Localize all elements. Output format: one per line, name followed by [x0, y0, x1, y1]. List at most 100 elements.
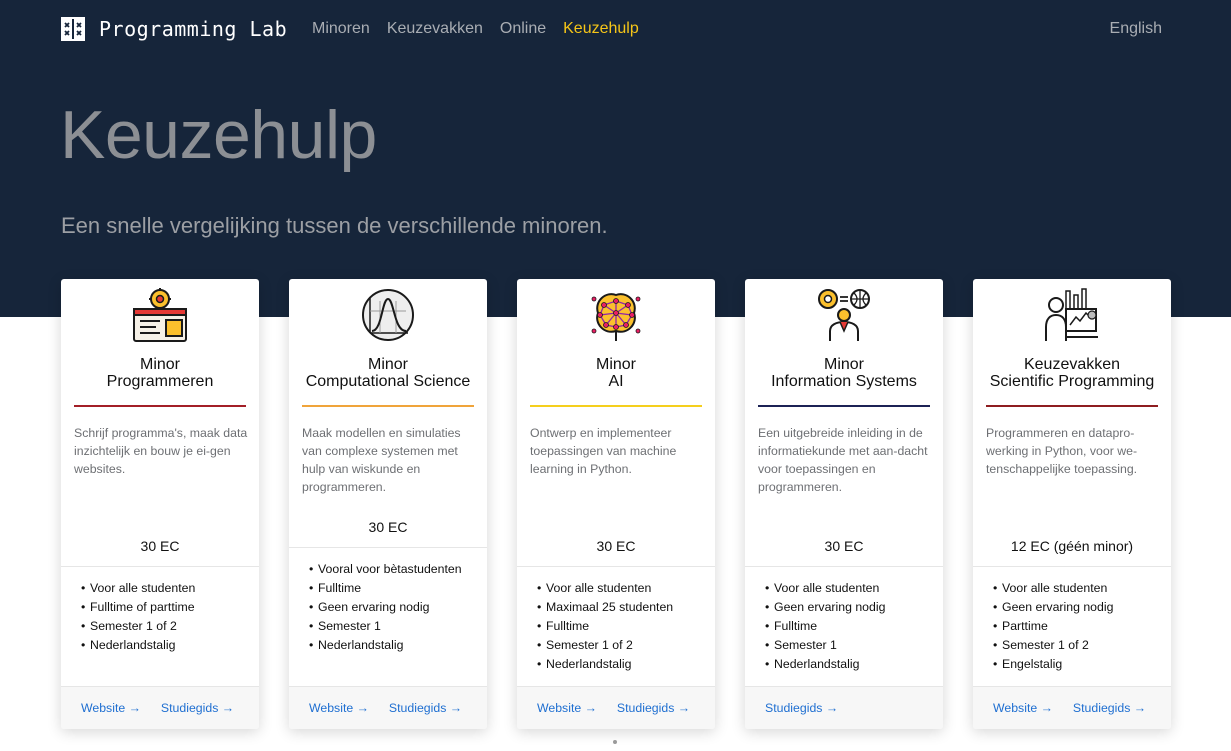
- page-title: Keuzehulp: [60, 97, 377, 173]
- navbar: Programming Lab Minoren Keuzevakken Onli…: [61, 14, 1171, 44]
- card-scientific-programming: Keuzevakken Scientific Programming Progr…: [973, 279, 1171, 729]
- studiegids-link[interactable]: Studiegids →: [1073, 701, 1146, 715]
- list-item: Voor alle studenten: [81, 579, 249, 598]
- studiegids-link[interactable]: Studiegids →: [161, 701, 234, 715]
- card-description: Ontwerp en implementeer toepassingen van…: [530, 426, 677, 476]
- card-title-line2: Scientific Programming: [989, 373, 1155, 390]
- list-item: Geen ervaring nodig: [309, 598, 477, 617]
- card-header: Minor Information Systems Een uitgebreid…: [745, 279, 943, 567]
- website-link[interactable]: Website →: [309, 701, 369, 715]
- nav-links: Minoren Keuzevakken Online Keuzehulp: [312, 14, 656, 44]
- card-title-line1: Minor: [823, 356, 864, 373]
- studiegids-link[interactable]: Studiegids →: [765, 701, 838, 715]
- page-subtitle: Een snelle vergelijking tussen de versch…: [61, 213, 608, 238]
- nav-link-minoren[interactable]: Minoren: [312, 20, 370, 38]
- list-item: Fulltime of parttime: [81, 598, 249, 617]
- studiegids-link[interactable]: Studiegids →: [617, 701, 690, 715]
- scroll-indicator: [613, 740, 617, 744]
- card-footer: Website → Studiegids →: [517, 686, 715, 729]
- list-item: Engelstalig: [993, 655, 1161, 674]
- brand-name: Programming Lab: [99, 17, 288, 41]
- card-header: Minor Computational Science Maak modelle…: [289, 279, 487, 548]
- card-title: Minor AI: [517, 356, 715, 390]
- card-title: Minor Programmeren: [61, 356, 259, 390]
- list-item: Voor alle studenten: [537, 579, 705, 598]
- card-ec: 12 EC (géén minor): [1010, 538, 1134, 554]
- card-title-line1: Minor: [139, 356, 180, 373]
- card-footer: Website → Studiegids →: [289, 686, 487, 729]
- card-accent-rule: [986, 405, 1158, 407]
- card-accent-rule: [530, 405, 702, 407]
- list-item: Fulltime: [765, 617, 933, 636]
- card-description: Schrijf programma's, maak data inzichtel…: [74, 426, 248, 476]
- language-switch[interactable]: English: [1110, 14, 1162, 44]
- card-header: Minor AI Ontwerp en implementeer toepass…: [517, 279, 715, 567]
- card-accent-rule: [74, 405, 246, 407]
- list-item: Vooral voor bètastudenten: [309, 560, 477, 579]
- card-title-line1: Keuzevakken: [1023, 356, 1121, 373]
- card-footer: Website → Studiegids →: [61, 686, 259, 729]
- list-item: Nederlandstalig: [765, 655, 933, 674]
- list-item: Voor alle studenten: [993, 579, 1161, 598]
- nav-link-keuzehulp[interactable]: Keuzehulp: [563, 20, 639, 38]
- list-item: Semester 1: [309, 617, 477, 636]
- scientist-dashboard-icon: [1045, 288, 1098, 341]
- website-link[interactable]: Website →: [993, 701, 1053, 715]
- bell-curve-chart-icon: [362, 289, 414, 341]
- card-feature-list: Voor alle studenten Fulltime of parttime…: [61, 567, 259, 655]
- card-title-line2: Programmeren: [106, 373, 214, 390]
- card-computational-science: Minor Computational Science Maak modelle…: [289, 279, 487, 729]
- website-link[interactable]: Website →: [537, 701, 597, 715]
- website-link[interactable]: Website →: [81, 701, 141, 715]
- list-item: Nederlandstalig: [309, 636, 477, 655]
- card-ai: Minor AI Ontwerp en implementeer toepass…: [517, 279, 715, 729]
- card-description: Een uitgebreide inleiding in de informat…: [758, 426, 928, 494]
- card-title-line1: Minor: [367, 356, 408, 373]
- card-title-line2: Information Systems: [771, 373, 917, 390]
- list-item: Fulltime: [537, 617, 705, 636]
- brand-link[interactable]: Programming Lab: [61, 14, 287, 44]
- card-ec: 30 EC: [140, 538, 180, 554]
- card-description: Maak modellen en simulaties van complexe…: [302, 426, 461, 494]
- list-item: Semester 1 of 2: [81, 617, 249, 636]
- card-feature-list: Voor alle studenten Geen ervaring nodig …: [973, 567, 1171, 674]
- card-information-systems: Minor Information Systems Een uitgebreid…: [745, 279, 943, 729]
- list-item: Semester 1: [765, 636, 933, 655]
- card-header: Keuzevakken Scientific Programming Progr…: [973, 279, 1171, 567]
- card-feature-list: Voor alle studenten Maximaal 25 studente…: [517, 567, 715, 674]
- studiegids-link[interactable]: Studiegids →: [389, 701, 462, 715]
- card-grid: Minor Programmeren Schrijf programma's, …: [61, 279, 1171, 729]
- list-item: Semester 1 of 2: [537, 636, 705, 655]
- list-item: Voor alle studenten: [765, 579, 933, 598]
- list-item: Parttime: [993, 617, 1161, 636]
- card-ec: 30 EC: [824, 538, 864, 554]
- card-ec: 30 EC: [596, 538, 636, 554]
- card-title: Minor Computational Science: [289, 356, 487, 390]
- list-item: Fulltime: [309, 579, 477, 598]
- information-systems-person-icon: [818, 289, 870, 341]
- nav-link-online[interactable]: Online: [500, 20, 546, 38]
- list-item: Geen ervaring nodig: [993, 598, 1161, 617]
- nav-link-keuzevakken[interactable]: Keuzevakken: [387, 20, 483, 38]
- list-item: Maximaal 25 studenten: [537, 598, 705, 617]
- card-feature-list: Voor alle studenten Geen ervaring nodig …: [745, 567, 943, 674]
- list-item: Semester 1 of 2: [993, 636, 1161, 655]
- card-title-line1: Minor: [595, 356, 636, 373]
- card-title-line2: Computational Science: [305, 373, 471, 390]
- list-item: Nederlandstalig: [537, 655, 705, 674]
- list-item: Nederlandstalig: [81, 636, 249, 655]
- card-footer: Studiegids →: [745, 686, 943, 729]
- hero: Programming Lab Minoren Keuzevakken Onli…: [0, 0, 1231, 317]
- card-ec: 30 EC: [368, 519, 408, 535]
- card-feature-list: Vooral voor bètastudenten Fulltime Geen …: [289, 548, 487, 655]
- card-title-line2: AI: [608, 373, 624, 390]
- card-programmeren: Minor Programmeren Schrijf programma's, …: [61, 279, 259, 729]
- programming-gear-icon: [133, 288, 187, 342]
- uva-logo-icon: [61, 17, 85, 41]
- card-header: Minor Programmeren Schrijf programma's, …: [61, 279, 259, 567]
- list-item: Geen ervaring nodig: [765, 598, 933, 617]
- card-title: Keuzevakken Scientific Programming: [973, 356, 1171, 390]
- neural-brain-icon: [591, 293, 641, 341]
- card-footer: Website → Studiegids →: [973, 686, 1171, 729]
- card-accent-rule: [758, 405, 930, 407]
